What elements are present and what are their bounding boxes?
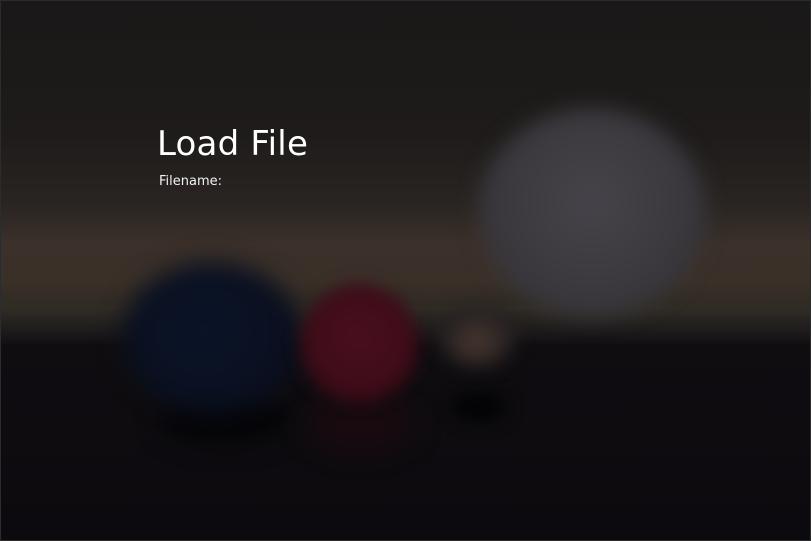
red-sphere-reflection (305, 400, 415, 450)
small-object (438, 306, 516, 366)
filename-field-row: Filename: (159, 172, 419, 218)
small-object-shadow (450, 392, 508, 422)
dialog-title: Load File (157, 124, 309, 164)
white-sphere (478, 108, 706, 316)
load-file-dialog: Load File Filename: (157, 124, 419, 218)
filename-label: Filename: (159, 174, 223, 189)
filename-input[interactable] (159, 196, 419, 218)
window-frame (0, 0, 811, 541)
blue-sphere (122, 262, 302, 412)
red-sphere (300, 284, 418, 402)
blurred-3d-scene-backdrop: Load File Filename: (0, 0, 811, 541)
